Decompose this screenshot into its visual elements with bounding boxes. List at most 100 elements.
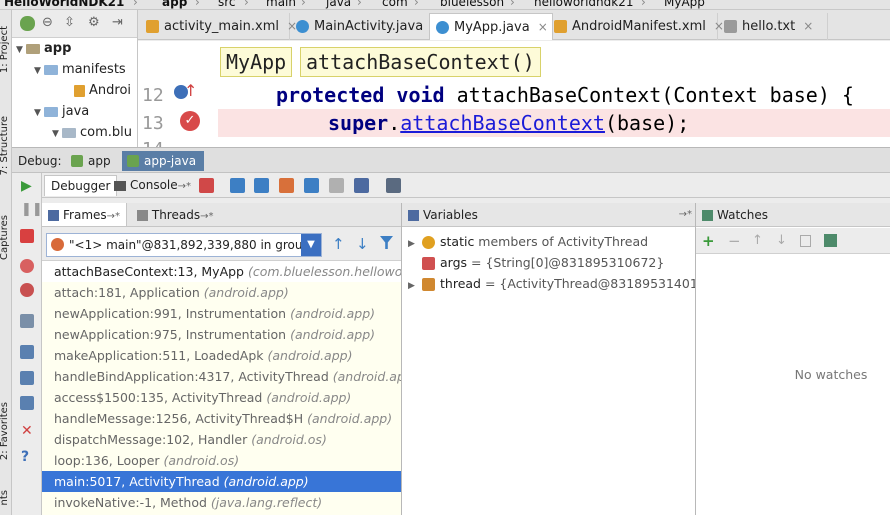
tab-frames[interactable]: Frames→*	[42, 203, 128, 226]
sync-icon[interactable]: ⊖	[42, 15, 53, 30]
code-breadcrumb-method[interactable]: attachBaseContext()	[300, 47, 541, 77]
threads-icon	[136, 210, 148, 221]
frame-row[interactable]: attach:181, Application (android.app)	[42, 282, 401, 303]
folder-icon	[44, 64, 58, 75]
frame-row[interactable]: dispatchMessage:102, Handler (android.os…	[42, 429, 401, 450]
tool-tab-favorites[interactable]: 2: Favorites	[0, 402, 12, 460]
hide-panel-icon[interactable]: ⇥	[112, 15, 123, 30]
tab-myapp-java[interactable]: MyApp.java ×	[429, 13, 553, 40]
variable-row-thread[interactable]: ▶ thread = {ActivityThread@831895314016}	[402, 273, 695, 297]
remove-watch-icon[interactable]: −	[728, 232, 741, 250]
breadcrumb-com[interactable]: com	[382, 0, 408, 9]
move-down-icon[interactable]: ↓	[776, 233, 787, 248]
debug-tab-app-java[interactable]: app-java	[122, 151, 205, 171]
expand-arrow-icon[interactable]: ▼	[16, 40, 26, 60]
next-frame-icon[interactable]: ↓	[356, 235, 369, 253]
breadcrumb-separator: ›	[510, 0, 515, 9]
tree-item-manifests[interactable]: ▼ manifests	[34, 60, 126, 80]
evaluate-expression-icon[interactable]	[386, 178, 401, 193]
frame-row[interactable]: access$1500:135, ActivityThread (android…	[42, 387, 401, 408]
tree-item-java[interactable]: ▼ java	[34, 102, 89, 122]
android-icon[interactable]	[20, 16, 35, 31]
debug-tab-app[interactable]: app	[66, 151, 119, 171]
frame-row[interactable]: handleMessage:1256, ActivityThread$H (an…	[42, 408, 401, 429]
thread-dropdown[interactable]: "<1> main"@831,892,339,880 in grou... ▼	[46, 233, 322, 257]
up-arrow-icon[interactable]: ↑	[184, 81, 197, 100]
gear-icon[interactable]: ⚙	[88, 15, 100, 30]
tab-threads[interactable]: Threads→*	[131, 203, 220, 229]
step-out-icon[interactable]	[304, 178, 319, 193]
breadcrumb-project[interactable]: HelloWorldNDK21	[4, 0, 124, 9]
resume-icon[interactable]: ▶	[21, 178, 32, 194]
frame-row[interactable]: makeApplication:511, LoadedApk (android.…	[42, 345, 401, 366]
force-step-into-icon[interactable]	[279, 178, 294, 193]
view-breakpoints-icon[interactable]	[20, 259, 34, 273]
frame-row-selected[interactable]: main:5017, ActivityThread (android.app)	[42, 471, 401, 492]
watch-settings-icon[interactable]	[824, 234, 837, 247]
frame-row[interactable]: invokeNative:-1, Method (java.lang.refle…	[42, 492, 401, 513]
expand-arrow-icon[interactable]: ▼	[34, 103, 44, 123]
help-icon[interactable]: ?	[21, 449, 29, 465]
chevron-down-icon[interactable]: ▼	[301, 234, 321, 256]
tool-tab-structure[interactable]: 7: Structure	[0, 116, 12, 175]
tree-item-app[interactable]: ▼ app	[16, 39, 71, 59]
tool-tab-project[interactable]: 1: Project	[0, 26, 12, 73]
breadcrumb-package[interactable]: helloworldndk21	[534, 0, 633, 9]
expand-arrow-icon[interactable]: ▼	[52, 124, 62, 144]
previous-frame-icon[interactable]: ↑	[332, 235, 345, 253]
run-to-cursor-icon[interactable]	[354, 178, 369, 193]
step-into-icon[interactable]	[254, 178, 269, 193]
mute-breakpoints-icon[interactable]	[20, 283, 34, 297]
step-over-icon[interactable]	[230, 178, 245, 193]
variables-icon	[408, 210, 419, 221]
camera-icon[interactable]	[20, 314, 34, 328]
expand-arrow-icon[interactable]: ▼	[34, 61, 44, 81]
code-editor[interactable]: MyApp attachBaseContext() 12 ↑ protected…	[138, 41, 890, 147]
frame-row[interactable]: attachBaseContext:13, MyApp (com.blueles…	[42, 261, 401, 282]
breadcrumb-class[interactable]: MyApp	[664, 0, 705, 9]
drop-frame-icon[interactable]	[329, 178, 344, 193]
variable-row-static[interactable]: ▶ static members of ActivityThread	[402, 231, 695, 252]
breakpoint-check-icon[interactable]: ✓	[180, 111, 200, 131]
watches-panel-header: Watches	[696, 203, 890, 227]
breadcrumb-separator: ›	[357, 0, 362, 9]
pin-tab-icon[interactable]	[20, 396, 34, 410]
frame-row[interactable]: handleBindApplication:4317, ActivityThre…	[42, 366, 401, 387]
code-breadcrumb-class[interactable]: MyApp	[220, 47, 293, 77]
collapse-icon[interactable]: ⇳	[64, 15, 75, 30]
tab-console[interactable]: Console→*	[108, 175, 197, 196]
breadcrumb-src[interactable]: src	[218, 0, 236, 9]
move-up-icon[interactable]: ↑	[752, 233, 763, 248]
tab-android-manifest-xml[interactable]: AndroidManifest.xml ×	[548, 13, 724, 40]
stop-icon[interactable]	[20, 229, 34, 243]
show-execution-point-icon[interactable]	[199, 178, 214, 193]
filter-icon[interactable]	[380, 236, 393, 249]
module-folder-icon	[26, 43, 40, 54]
breadcrumb-main[interactable]: main	[266, 0, 296, 9]
close-icon[interactable]: ×	[538, 20, 548, 34]
tab-hello-txt[interactable]: hello.txt ×	[718, 13, 828, 40]
variables-panel: Variables →* ▶ static members of ActivityT…	[402, 203, 696, 515]
tool-tab-captures[interactable]: Captures	[0, 215, 12, 260]
breadcrumb-java[interactable]: java	[326, 0, 351, 9]
variable-row-args[interactable]: args = {String[0]@831895310672}	[402, 252, 695, 273]
tree-item-package[interactable]: ▼ com.blu	[52, 123, 132, 143]
tab-activity-main-xml[interactable]: activity_main.xml ×	[140, 13, 297, 40]
close-icon[interactable]: ✕	[21, 423, 33, 439]
settings-icon[interactable]	[20, 371, 34, 385]
close-icon[interactable]: ×	[803, 19, 813, 33]
tree-item-manifest-file[interactable]: Androi	[74, 81, 131, 101]
expand-arrow-icon[interactable]: ▶	[408, 276, 422, 297]
breadcrumb-app[interactable]: app	[162, 0, 187, 9]
layout-icon[interactable]	[20, 345, 34, 359]
duplicate-watch-icon[interactable]	[800, 235, 811, 247]
tab-debugger[interactable]: Debugger	[44, 175, 118, 196]
add-watch-icon[interactable]: +	[702, 232, 715, 250]
frame-row[interactable]: newApplication:975, Instrumentation (and…	[42, 324, 401, 345]
frame-row[interactable]: loop:136, Looper (android.os)	[42, 450, 401, 471]
tab-main-activity-java[interactable]: MainActivity.java×	[290, 13, 441, 40]
pause-icon[interactable]: ❚❚	[21, 202, 43, 217]
tool-tab-build-variants[interactable]: nts	[0, 490, 12, 505]
breadcrumb-bluelesson[interactable]: bluelesson	[440, 0, 504, 9]
frame-row[interactable]: newApplication:991, Instrumentation (and…	[42, 303, 401, 324]
